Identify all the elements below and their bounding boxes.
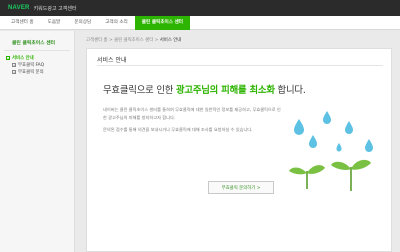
gnb-item-inquiry[interactable]: 문의상담 [67, 16, 98, 30]
sidebar: 클린 클릭초이스 센터 − 서비스 안내 + 무효클릭 FAQ + 무효클릭 문… [0, 31, 75, 252]
global-nav: 고객센터 홈 도움말 문의상담 고객의 소리 클린 클릭초이스 센터 [0, 15, 400, 30]
headline-text-end: 합니다. [274, 85, 306, 96]
page-title: 서비스 안내 [97, 57, 127, 64]
breadcrumb-separator: > [154, 38, 159, 43]
expand-icon: + [12, 69, 16, 74]
sidebar-item-faq[interactable]: + 무효클릭 FAQ [6, 61, 74, 68]
description: 네이버는 클린 클릭초이스 센터를 통하여 무효클릭에 대한 일반적인 정보를 … [103, 106, 283, 138]
naver-logo[interactable]: NAVER [8, 5, 30, 11]
sidebar-item-label: 무효클릭 문의 [18, 69, 44, 75]
breadcrumb: 고객센터 홈 > 클린 클릭초이스 센터 > 서비스 안내 [86, 37, 181, 43]
gnb-item-help[interactable]: 도움말 [41, 16, 68, 30]
water-drops [294, 111, 373, 152]
breadcrumb-separator: > [109, 38, 113, 43]
collapse-icon: − [6, 55, 10, 60]
description-paragraph: 네이버는 클린 클릭초이스 센터를 통하여 무효클릭에 대한 일반적인 정보를 … [103, 107, 281, 120]
sidebar-item-label: 서비스 안내 [12, 55, 34, 61]
description-paragraph: 문의된 접수를 통해 의견을 보내시거나 무효클릭에 대해 조사를 요청하실 수… [103, 126, 253, 132]
headline-highlight: 광고주님의 피해를 최소화 [175, 85, 275, 96]
inquiry-button[interactable]: 무효클릭 문의하기 > [208, 181, 274, 194]
gnb-item-home[interactable]: 고객센터 홈 [4, 16, 41, 30]
breadcrumb-current: 서비스 안내 [159, 38, 182, 43]
sidebar-list: − 서비스 안내 + 무효클릭 FAQ + 무효클릭 문의 [0, 51, 74, 75]
headline-text: 무효클릭으로 인한 [103, 85, 176, 96]
breadcrumb-clean-click[interactable]: 클린 클릭초이스 센터 [114, 38, 153, 43]
main-content: 고객센터 홈 > 클린 클릭초이스 센터 > 서비스 안내 서비스 안내 무효클… [76, 31, 400, 252]
service-name[interactable]: 키워드광고 고객센터 [34, 5, 77, 12]
title-divider [97, 65, 383, 66]
headline: 무효클릭으로 인한 광고주님의 피해를 최소화 합니다. [103, 82, 306, 96]
expand-icon: + [12, 62, 16, 67]
sidebar-item-service-guide[interactable]: − 서비스 안내 [6, 54, 74, 61]
top-bar: NAVER 키워드광고 고객센터 [0, 0, 400, 16]
breadcrumb-home[interactable]: 고객센터 홈 [86, 38, 108, 43]
gnb-item-voice[interactable]: 고객의 소리 [98, 16, 135, 30]
content-panel: 서비스 안내 무효클릭으로 인한 광고주님의 피해를 최소화 합니다. 네이버는… [86, 48, 392, 252]
sprouts [289, 159, 371, 191]
sidebar-item-inquiry[interactable]: + 무효클릭 문의 [6, 68, 74, 75]
sidebar-item-label: 무효클릭 FAQ [18, 62, 45, 68]
sprout-illustration [289, 111, 373, 191]
sidebar-title[interactable]: 클린 클릭초이스 센터 [4, 31, 70, 51]
gnb-item-clean-click[interactable]: 클린 클릭초이스 센터 [134, 15, 191, 30]
